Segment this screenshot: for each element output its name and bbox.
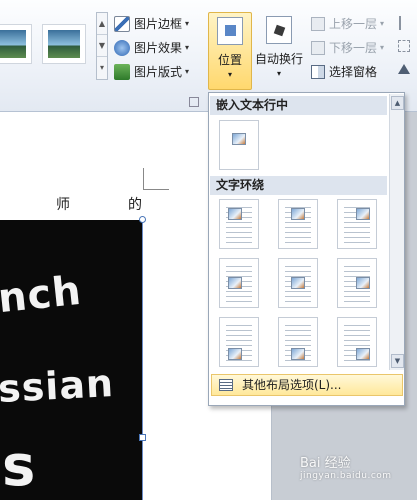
send-backward-icon <box>311 41 325 55</box>
picture-style-thumb[interactable] <box>42 24 86 64</box>
bring-forward-icon <box>311 17 325 31</box>
align-icon[interactable] <box>399 16 409 30</box>
more-layout-options-item[interactable]: 其他布局选项(L)... <box>211 374 403 396</box>
bring-forward-button[interactable]: 上移一层 ▾ <box>311 14 384 34</box>
picture-layout-label: 图片版式 <box>134 65 183 79</box>
chalk-text: nch <box>0 267 84 323</box>
send-backward-label: 下移一层 <box>329 41 378 55</box>
position-label: 位置 <box>217 53 242 67</box>
more-layout-options-label: 其他布局选项(L)... <box>242 378 342 392</box>
layout-middle-center[interactable] <box>278 258 318 308</box>
dialog-launcher-icon[interactable] <box>189 97 199 107</box>
layout-top-center[interactable] <box>278 199 318 249</box>
document-text: 师 <box>56 197 70 213</box>
picture-style-thumb[interactable] <box>0 24 32 64</box>
watermark-brand: Bai 经验 <box>300 456 351 471</box>
group-icon[interactable] <box>398 40 410 52</box>
style-gallery-scroll[interactable]: ▲ ▼ ▾ <box>96 12 108 80</box>
smartart-layout-icon <box>114 64 130 80</box>
chevron-down-icon: ▾ <box>276 69 281 78</box>
chevron-down-icon: ▾ <box>185 43 190 52</box>
effects-icon <box>114 40 130 56</box>
picture-border-label: 图片边框 <box>134 17 183 31</box>
selection-pane-label: 选择窗格 <box>329 65 378 79</box>
dropdown-scrollbar[interactable]: ▲ ▼ <box>389 94 404 370</box>
selected-picture[interactable]: nch ssian s <box>0 220 143 500</box>
layout-bottom-center[interactable] <box>278 317 318 367</box>
picture-effects-label: 图片效果 <box>134 41 183 55</box>
watermark: Bai 经验 jingyan.baidu.com <box>300 452 392 481</box>
position-dropdown: 嵌入文本行中 文字环绕 ▲ ▼ 其他布局选项(L)... <box>208 92 405 406</box>
wrap-text-icon <box>266 16 292 44</box>
scroll-up-icon[interactable]: ▲ <box>97 13 107 35</box>
chevron-down-icon: ▾ <box>380 19 385 28</box>
scroll-up-icon[interactable]: ▲ <box>391 96 404 110</box>
selection-pane-icon <box>311 65 325 79</box>
document-text: 的 <box>128 197 142 213</box>
selection-pane-button[interactable]: 选择窗格 <box>311 62 377 82</box>
layout-middle-left[interactable] <box>219 258 259 308</box>
scroll-down-icon[interactable]: ▼ <box>97 35 107 57</box>
wrap-text-label: 自动换行 <box>254 52 303 66</box>
picture-effects-button[interactable]: 图片效果 ▾ <box>114 38 189 58</box>
pencil-border-icon <box>114 16 130 32</box>
chevron-down-icon: ▾ <box>185 67 190 76</box>
scroll-down-icon[interactable]: ▼ <box>391 354 404 368</box>
chevron-down-icon: ▾ <box>227 70 232 79</box>
picture-layout-button[interactable]: 图片版式 ▾ <box>114 62 189 82</box>
picture-border-button[interactable]: 图片边框 ▾ <box>114 14 189 34</box>
send-backward-button[interactable]: 下移一层 ▾ <box>311 38 384 58</box>
section-header-wrap: 文字环绕 <box>210 176 387 195</box>
position-icon <box>217 17 243 45</box>
chevron-down-icon: ▾ <box>185 19 190 28</box>
chalk-text: ssian <box>0 360 116 412</box>
watermark-url: jingyan.baidu.com <box>300 471 392 481</box>
section-header-inline: 嵌入文本行中 <box>210 96 387 115</box>
resize-handle[interactable] <box>139 216 146 223</box>
layout-top-left[interactable] <box>219 199 259 249</box>
layout-middle-right[interactable] <box>337 258 377 308</box>
margin-corner-mark <box>143 168 169 190</box>
resize-handle[interactable] <box>139 434 146 441</box>
wrap-text-button[interactable]: 自动换行 ▾ <box>252 12 306 90</box>
layout-bottom-right[interactable] <box>337 317 377 367</box>
layout-options-icon <box>219 379 233 391</box>
chalk-text: s <box>2 434 37 499</box>
layout-inline[interactable] <box>219 120 259 170</box>
layout-bottom-left[interactable] <box>219 317 259 367</box>
position-button[interactable]: 位置 ▾ <box>208 12 252 90</box>
bring-forward-label: 上移一层 <box>329 17 378 31</box>
gallery-expand-icon[interactable]: ▾ <box>97 57 107 79</box>
rotate-icon[interactable] <box>398 64 410 74</box>
chevron-down-icon: ▾ <box>380 43 385 52</box>
layout-top-right[interactable] <box>337 199 377 249</box>
